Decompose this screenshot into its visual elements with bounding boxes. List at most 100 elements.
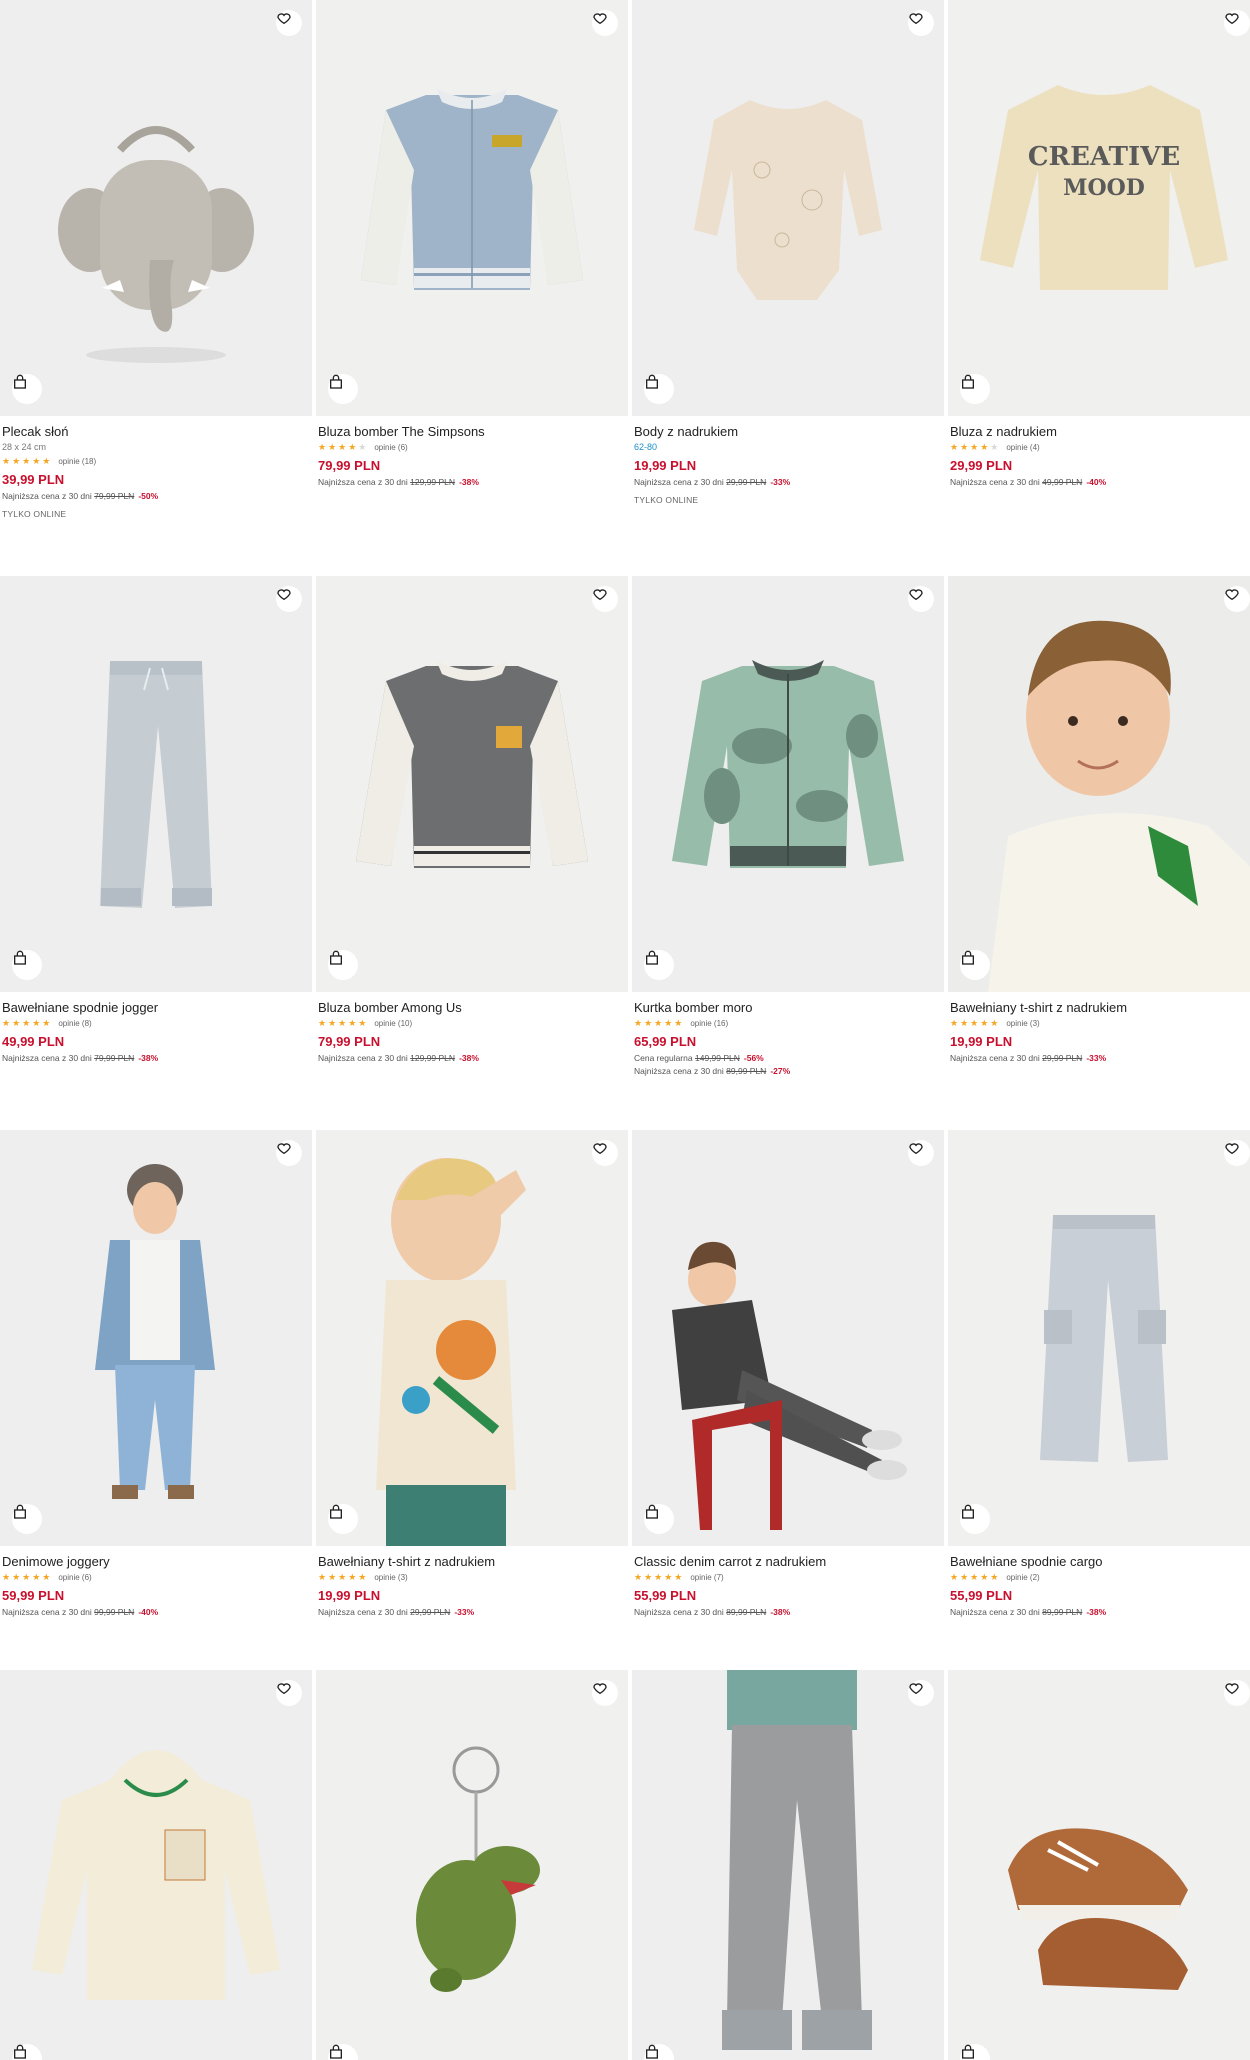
product-card[interactable]: Bluza bomber Among Us ★★★★★ opinie (10) 79,… (316, 576, 628, 1065)
price-history: Najniższa cena z 30 dni 89,99 PLN -38% (950, 1606, 1250, 1619)
product-name[interactable]: Plecak słoń (2, 424, 310, 440)
add-to-bag-icon[interactable] (12, 374, 42, 404)
add-to-bag-icon[interactable] (644, 950, 674, 980)
product-image[interactable] (0, 0, 312, 416)
discount-badge: -33% (1086, 1053, 1107, 1063)
heart-icon[interactable] (1224, 586, 1250, 612)
review-count[interactable]: opinie (3) (374, 1573, 407, 1582)
rating-stars-icon: ★★★★★ (950, 1017, 1001, 1028)
add-to-bag-icon[interactable] (12, 1504, 42, 1534)
product-name[interactable]: Bawełniane spodnie cargo (950, 1554, 1250, 1570)
review-count[interactable]: opinie (2) (1006, 1573, 1039, 1582)
product-image[interactable] (632, 576, 944, 992)
heart-icon[interactable] (592, 1140, 618, 1166)
price-history-label: Najniższa cena z 30 dni (318, 477, 408, 487)
review-count[interactable]: opinie (8) (58, 1019, 91, 1028)
heart-icon[interactable] (1224, 10, 1250, 36)
heart-icon[interactable] (276, 10, 302, 36)
heart-icon[interactable] (908, 10, 934, 36)
product-image[interactable] (0, 1130, 312, 1546)
heart-icon[interactable] (908, 1680, 934, 1706)
product-price: 59,99 PLN (2, 1588, 65, 1603)
product-name[interactable]: Denimowe joggery (2, 1554, 310, 1570)
product-card[interactable] (948, 1670, 1250, 2060)
product-card[interactable]: Denimowe joggery ★★★★★ opinie (6) 59,99 PLN… (0, 1130, 312, 1619)
product-image[interactable] (316, 0, 628, 416)
review-count[interactable]: opinie (7) (690, 1573, 723, 1582)
discount-badge: -40% (1086, 477, 1107, 487)
product-image[interactable] (948, 1130, 1250, 1546)
heart-icon[interactable] (1224, 1140, 1250, 1166)
review-count[interactable]: opinie (4) (1006, 443, 1039, 452)
review-count[interactable]: opinie (3) (1006, 1019, 1039, 1028)
product-image[interactable] (316, 1130, 628, 1546)
product-image[interactable] (316, 576, 628, 992)
product-card[interactable]: Bawełniany t-shirt z nadrukiem ★★★★★ opini… (316, 1130, 628, 1619)
product-name[interactable]: Body z nadrukiem (634, 424, 942, 440)
heart-icon[interactable] (1224, 1680, 1250, 1706)
product-name[interactable]: Bawełniany t-shirt z nadrukiem (318, 1554, 626, 1570)
product-card[interactable] (0, 1670, 312, 2060)
add-to-bag-icon[interactable] (328, 374, 358, 404)
add-to-bag-icon[interactable] (960, 374, 990, 404)
product-name[interactable]: Classic denim carrot z nadrukiem (634, 1554, 942, 1570)
review-count[interactable]: opinie (10) (374, 1019, 412, 1028)
old-price: 129,99 PLN (410, 1053, 456, 1063)
product-card[interactable]: CREATIVE MOOD Bluza z nadrukiem ★★★★★ opini… (948, 0, 1250, 489)
review-count[interactable]: opinie (6) (374, 443, 407, 452)
rating-stars-icon: ★★★★★ (2, 1571, 53, 1582)
product-rating: ★★★★★ opinie (7) (634, 1570, 942, 1584)
heart-icon[interactable] (276, 1680, 302, 1706)
product-card[interactable] (316, 1670, 628, 2060)
product-name[interactable]: Bluza z nadrukiem (950, 424, 1250, 440)
product-name[interactable]: Kurtka bomber moro (634, 1000, 942, 1016)
product-card[interactable]: Body z nadrukiem 62-80 19,99 PLN Najniższa … (632, 0, 944, 505)
heart-icon[interactable] (276, 586, 302, 612)
add-to-bag-icon[interactable] (328, 950, 358, 980)
heart-icon[interactable] (276, 1140, 302, 1166)
old-price: 89,99 PLN (726, 1066, 767, 1076)
review-count[interactable]: opinie (18) (58, 457, 96, 466)
product-image[interactable] (948, 1670, 1250, 2060)
add-to-bag-icon[interactable] (960, 950, 990, 980)
product-card[interactable]: Classic denim carrot z nadrukiem ★★★★★ opi… (632, 1130, 944, 1619)
product-image[interactable] (0, 576, 312, 992)
product-name[interactable]: Bluza bomber The Simpsons (318, 424, 626, 440)
product-card[interactable] (632, 1670, 944, 2060)
add-to-bag-icon[interactable] (644, 1504, 674, 1534)
product-name[interactable]: Bawełniany t-shirt z nadrukiem (950, 1000, 1250, 1016)
product-image[interactable] (948, 576, 1250, 992)
discount-badge: -38% (459, 477, 479, 487)
add-to-bag-icon[interactable] (12, 950, 42, 980)
product-name[interactable]: Bluza bomber Among Us (318, 1000, 626, 1016)
product-card[interactable]: Bawełniany t-shirt z nadrukiem ★★★★★ opini… (948, 576, 1250, 1065)
add-to-bag-icon[interactable] (960, 1504, 990, 1534)
product-card[interactable]: Bluza bomber The Simpsons ★★★★★ opinie (6)… (316, 0, 628, 489)
heart-icon[interactable] (592, 586, 618, 612)
review-count[interactable]: opinie (16) (690, 1019, 728, 1028)
product-card[interactable]: Plecak słoń 28 x 24 cm ★★★★★ opinie (18) 39,… (0, 0, 312, 519)
product-image[interactable]: CREATIVE MOOD (948, 0, 1250, 416)
product-image[interactable] (632, 1130, 944, 1546)
product-name[interactable]: Bawełniane spodnie jogger (2, 1000, 310, 1016)
review-count[interactable]: opinie (6) (58, 1573, 91, 1582)
product-image[interactable] (632, 0, 944, 416)
heart-icon[interactable] (592, 1680, 618, 1706)
discount-badge: -38% (459, 1053, 479, 1063)
bomber-jacket-grey-icon (356, 660, 588, 868)
product-card[interactable]: Kurtka bomber moro ★★★★★ opinie (16) 65,99 … (632, 576, 944, 1078)
product-card[interactable]: Bawełniane spodnie jogger ★★★★★ opinie (8)… (0, 576, 312, 1065)
heart-icon[interactable] (908, 586, 934, 612)
old-price: 89,99 PLN (1042, 1607, 1083, 1617)
product-card[interactable]: Bawełniane spodnie cargo ★★★★★ opinie (2) 5… (948, 1130, 1250, 1619)
svg-text:MOOD: MOOD (1063, 175, 1145, 201)
product-image[interactable] (632, 1670, 944, 2060)
product-image[interactable] (0, 1670, 312, 2060)
heart-icon[interactable] (908, 1140, 934, 1166)
add-to-bag-icon[interactable] (644, 374, 674, 404)
heart-icon[interactable] (592, 10, 618, 36)
product-price: 39,99 PLN (2, 472, 65, 487)
add-to-bag-icon[interactable] (328, 1504, 358, 1534)
product-image[interactable] (316, 1670, 628, 2060)
sneakers-icon (1008, 1828, 1188, 1990)
